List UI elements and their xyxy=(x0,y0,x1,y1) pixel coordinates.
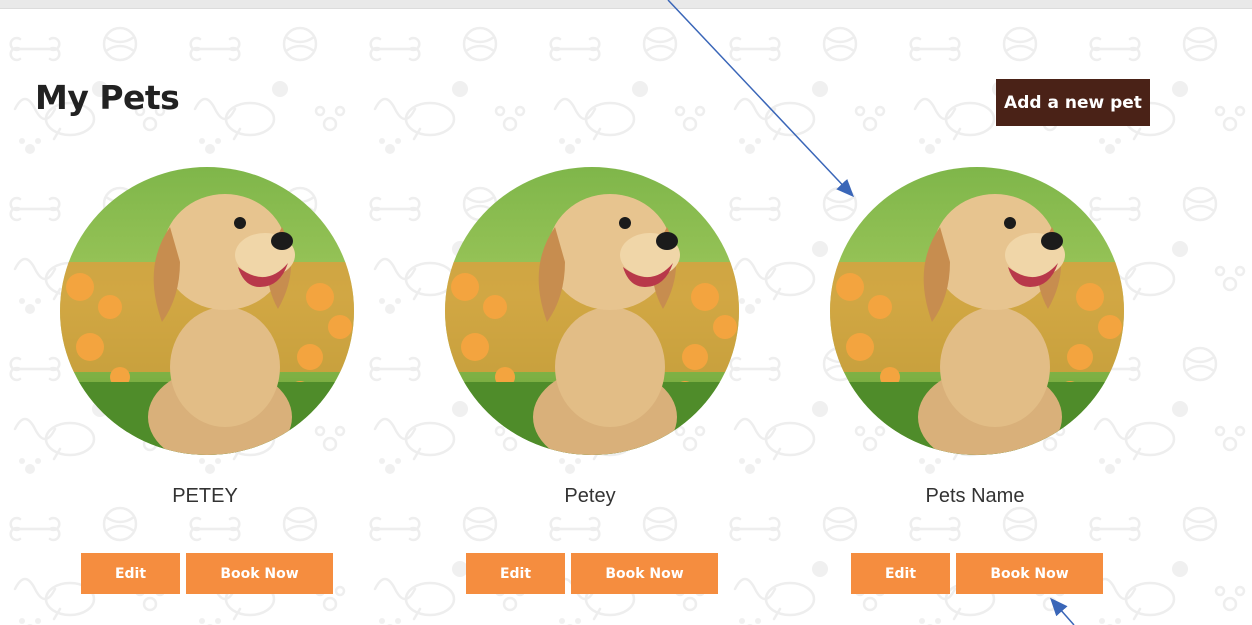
pet-name: Pets Name xyxy=(925,485,1025,507)
pet-name: Petey xyxy=(564,485,616,507)
book-now-button[interactable]: Book Now xyxy=(571,553,718,594)
page-title: My Pets xyxy=(35,78,180,117)
book-now-button[interactable]: Book Now xyxy=(956,553,1103,594)
edit-button[interactable]: Edit xyxy=(851,553,950,594)
book-now-button[interactable]: Book Now xyxy=(186,553,333,594)
pet-photo[interactable] xyxy=(445,167,739,455)
pet-name: PETEY xyxy=(172,485,238,507)
edit-button[interactable]: Edit xyxy=(81,553,180,594)
edit-button[interactable]: Edit xyxy=(466,553,565,594)
pet-photo[interactable] xyxy=(830,167,1124,455)
add-new-pet-button[interactable]: Add a new pet xyxy=(996,79,1150,126)
pet-card: PETEY Edit Book Now xyxy=(15,167,354,597)
pet-photo[interactable] xyxy=(60,167,354,455)
pet-card: Pets Name Edit Book Now xyxy=(785,167,1124,597)
top-bar xyxy=(0,0,1252,9)
pet-card: Petey Edit Book Now xyxy=(400,167,739,597)
